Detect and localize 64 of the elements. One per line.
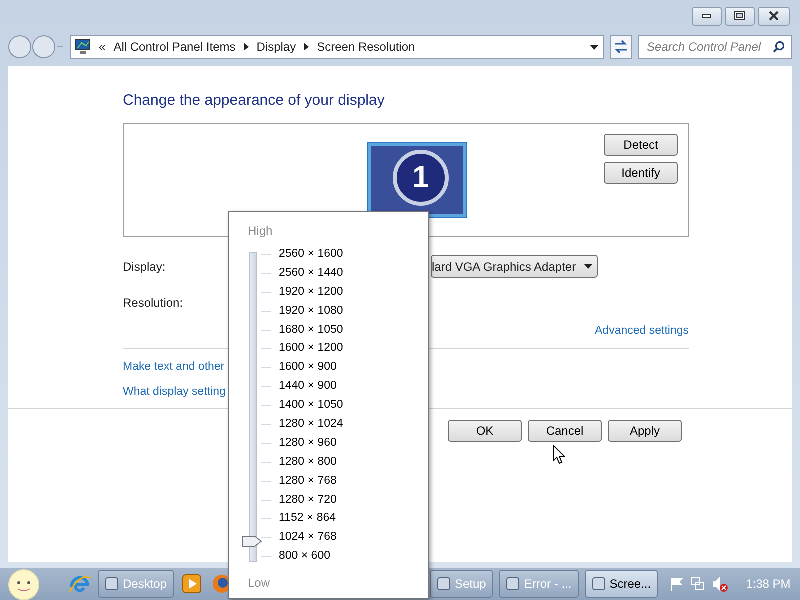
side-button[interactable]: Identify: [604, 162, 678, 184]
search-icon: [773, 41, 785, 53]
breadcrumb-chevron[interactable]: «: [99, 38, 106, 56]
resolution-option[interactable]: 1600 × 1200: [279, 339, 344, 358]
app-icon: [592, 577, 606, 591]
breadcrumb[interactable]: Screen Resolution: [317, 38, 416, 56]
speaker-muted-icon: [712, 576, 728, 592]
search-box[interactable]: Search Control Panel: [638, 35, 792, 59]
separator-arrow-icon: [304, 43, 310, 51]
monitor-number: 1: [393, 150, 449, 206]
resolution-option[interactable]: 1280 × 768: [279, 472, 337, 491]
resolution-option[interactable]: 1920 × 1200: [279, 282, 344, 302]
close-icon: [768, 11, 780, 21]
display-dropdown[interactable]: lard VGA Graphics Adapter: [431, 255, 598, 278]
resolution-option[interactable]: 2560 × 1440: [279, 264, 344, 283]
resolution-option[interactable]: 2560 × 1600: [279, 245, 344, 264]
dropdown-arrow-icon[interactable]: [590, 44, 599, 50]
restore-icon: [734, 11, 746, 21]
breadcrumb[interactable]: All Control Panel Items: [114, 38, 236, 56]
separator-arrow-icon: [244, 43, 249, 51]
search-field[interactable]: Search Control Panel: [645, 37, 773, 57]
app-icon: [437, 577, 451, 591]
minimize-icon: [702, 13, 712, 19]
resolution-option[interactable]: 1680 × 1050: [279, 320, 344, 340]
resolution-option[interactable]: 1152 × 864: [279, 509, 336, 528]
taskbar-button[interactable]: Scree...: [584, 570, 658, 598]
dialog-button[interactable]: Apply: [608, 420, 682, 442]
network-icon: [690, 576, 706, 592]
address-bar[interactable]: « All Control Panel Items Display Screen Resolution: [70, 35, 604, 59]
flag-icon: [670, 577, 684, 591]
high-label: High: [248, 223, 273, 240]
dialog-button[interactable]: OK: [448, 420, 522, 442]
taskbar-app-icon[interactable]: [180, 572, 204, 596]
resolution-option[interactable]: 1280 × 800: [279, 452, 337, 472]
field-label: Display:: [123, 258, 167, 276]
resolution-option[interactable]: 1024 × 768: [279, 528, 337, 548]
control-panel-icon: [75, 39, 91, 55]
resolution-option[interactable]: 1600 × 900: [279, 358, 337, 378]
resolution-option[interactable]: 800 × 600: [279, 547, 330, 566]
resolution-option[interactable]: 1280 × 1024: [279, 415, 344, 434]
help-link[interactable]: What display setting: [123, 386, 226, 398]
dropdown-arrow-icon: [584, 264, 594, 269]
mouse-pointer-icon: [553, 445, 565, 464]
page-heading: Change the appearance of your display: [123, 91, 386, 111]
resolution-option[interactable]: 1440 × 900: [279, 377, 337, 396]
slider-thumb[interactable]: [242, 536, 262, 546]
low-label: Low: [248, 575, 270, 592]
help-link[interactable]: Make text and other: [123, 360, 225, 373]
app-icon: [506, 577, 520, 591]
maximize-button[interactable]: [725, 6, 755, 26]
side-button[interactable]: Detect: [604, 134, 678, 156]
advanced-settings-link[interactable]: Advanced settings: [595, 322, 689, 340]
breadcrumb[interactable]: Display: [256, 38, 296, 56]
dialog-button[interactable]: Cancel: [528, 420, 602, 442]
monitor-tile[interactable]: 1: [367, 142, 467, 218]
resolution-option[interactable]: 1400 × 1050: [279, 396, 344, 416]
resolution-option[interactable]: 1280 × 720: [279, 490, 337, 510]
resolution-option[interactable]: 1280 × 960: [279, 434, 337, 453]
refresh-button[interactable]: [610, 35, 632, 59]
app-icon: [105, 577, 119, 591]
resolution-option[interactable]: 1920 × 1080: [279, 302, 344, 321]
minimize-button[interactable]: [692, 6, 722, 26]
close-button[interactable]: [758, 6, 790, 26]
field-label: Resolution:: [123, 294, 184, 312]
